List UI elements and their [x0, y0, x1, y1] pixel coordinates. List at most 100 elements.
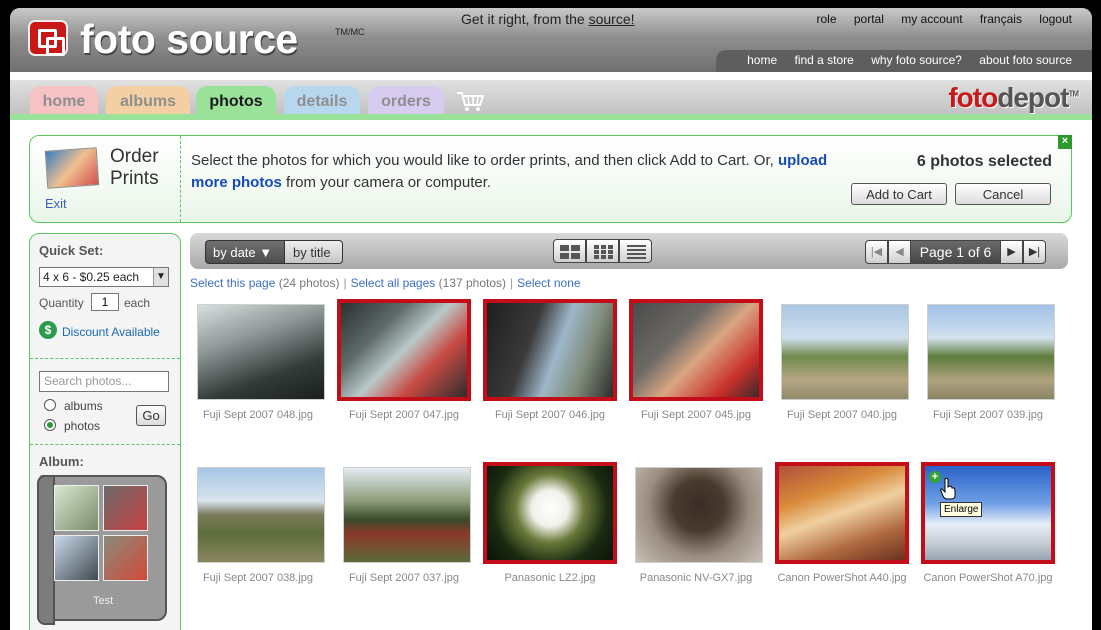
large-grid-icon[interactable]	[553, 239, 586, 263]
photo-thumbnail[interactable]	[197, 467, 325, 563]
radio-photos-label: photos	[64, 419, 101, 433]
quick-set-value: 4 x 6 - $0.25 each	[43, 270, 140, 284]
photo-filename: Canon PowerShot A70.jpg	[923, 572, 1053, 584]
photo-filename: Fuji Sept 2007 048.jpg	[202, 409, 314, 421]
selected-count: 6 photos selected	[916, 153, 1052, 170]
photo-thumbnail[interactable]	[635, 467, 763, 563]
subnav-about[interactable]: about foto source	[979, 53, 1072, 67]
quantity-label: Quantity	[39, 296, 84, 310]
photo-item[interactable]: Fuji Sept 2007 047.jpg	[336, 298, 472, 421]
photo-filename: Canon PowerShot A40.jpg	[777, 572, 907, 584]
brand-name[interactable]: foto source	[80, 16, 298, 63]
photo-item[interactable]: Fuji Sept 2007 039.jpg	[920, 298, 1056, 421]
tab-details[interactable]: details	[284, 86, 360, 120]
nav-francais[interactable]: français	[980, 12, 1022, 26]
tab-orders[interactable]: orders	[368, 86, 444, 120]
dollar-icon: $	[39, 321, 57, 339]
first-page-icon[interactable]: |◀	[865, 240, 888, 264]
fotodepot-tm: TM	[1068, 89, 1079, 99]
photo-thumbnail[interactable]	[197, 304, 325, 400]
hand-cursor-icon	[940, 478, 956, 500]
album-name: Test	[93, 595, 114, 607]
discount-available-link[interactable]: Discount Available	[62, 325, 160, 339]
fotodepot-depot: depot	[997, 82, 1069, 113]
photo-thumbnail[interactable]	[337, 299, 471, 401]
search-input[interactable]: Search photos...	[39, 371, 169, 392]
photo-filename: Panasonic NV-GX7.jpg	[639, 572, 753, 584]
tab-photos[interactable]: photos	[196, 86, 276, 120]
radio-photos[interactable]	[44, 419, 56, 431]
sort-by-title-button[interactable]: by title	[285, 240, 343, 264]
small-grid-icon[interactable]	[619, 239, 652, 263]
select-this-page-link[interactable]: Select this page	[190, 276, 275, 290]
next-page-icon[interactable]: ▶	[1000, 240, 1023, 264]
photo-item[interactable]: Panasonic LZ2.jpg	[482, 461, 618, 584]
photo-filename: Fuji Sept 2007 037.jpg	[348, 572, 460, 584]
quantity-field[interactable]: 1	[91, 293, 119, 311]
go-button[interactable]: Go	[136, 405, 166, 426]
foto-depot-logo[interactable]: fotodepotTM	[948, 82, 1079, 114]
sub-nav: home find a store why foto source? about…	[716, 50, 1092, 72]
order-divider	[180, 136, 181, 222]
tagline-link[interactable]: source!	[589, 11, 635, 27]
nav-my-account[interactable]: my account	[901, 12, 962, 26]
exit-link[interactable]: Exit	[45, 196, 67, 211]
order-prints-image	[44, 147, 100, 189]
cancel-button[interactable]: Cancel	[955, 183, 1051, 205]
nav-portal[interactable]: portal	[854, 12, 884, 26]
tagline: Get it right, from the source!	[461, 11, 635, 27]
quick-set-select[interactable]: 4 x 6 - $0.25 each ▼	[39, 267, 169, 287]
photo-thumbnail[interactable]	[927, 304, 1055, 400]
chevron-down-icon[interactable]: ▼	[153, 268, 168, 286]
photo-filename: Fuji Sept 2007 045.jpg	[640, 409, 752, 421]
subnav-home[interactable]: home	[747, 53, 777, 67]
nav-role[interactable]: role	[816, 12, 836, 26]
photo-thumbnail[interactable]	[483, 299, 617, 401]
tab-home[interactable]: home	[30, 86, 98, 120]
album-book[interactable]: Test	[37, 475, 167, 625]
tab-albums[interactable]: albums	[106, 86, 190, 120]
subnav-why-foto-source[interactable]: why foto source?	[871, 53, 962, 67]
order-message-text: Select the photos for which you would li…	[191, 152, 774, 169]
radio-albums[interactable]	[44, 399, 56, 411]
close-icon[interactable]: ×	[1058, 135, 1072, 149]
trademark: TM/MC	[335, 27, 365, 37]
photo-thumbnail[interactable]	[483, 462, 617, 564]
sidebar: Quick Set: 4 x 6 - $0.25 each ▼ Quantity …	[29, 233, 181, 630]
cart-icon[interactable]	[456, 90, 486, 112]
sidebar-divider	[30, 444, 180, 445]
photo-thumbnail[interactable]	[781, 304, 909, 400]
subnav-find-store[interactable]: find a store	[794, 53, 853, 67]
top-nav: role portal my account français logout	[802, 12, 1072, 26]
all-count: (137 photos)	[438, 276, 507, 290]
last-page-icon[interactable]: ▶|	[1023, 240, 1046, 264]
album-thumb	[54, 535, 99, 581]
photo-thumbnail[interactable]	[775, 462, 909, 564]
select-all-pages-link[interactable]: Select all pages	[351, 276, 436, 290]
each-label: each	[124, 296, 151, 310]
photo-item[interactable]: Fuji Sept 2007 045.jpg	[628, 298, 764, 421]
photo-item[interactable]: Fuji Sept 2007 046.jpg	[482, 298, 618, 421]
photo-item[interactable]: Fuji Sept 2007 040.jpg	[774, 298, 910, 421]
photo-item[interactable]: Fuji Sept 2007 048.jpg	[190, 298, 326, 421]
previous-page-icon[interactable]: ◀	[888, 240, 911, 264]
order-prints-panel: Order Prints Exit Select the photos for …	[29, 135, 1072, 223]
add-to-cart-button[interactable]: Add to Cart	[851, 183, 947, 205]
foto-source-logo-icon[interactable]	[28, 20, 68, 56]
select-none-link[interactable]: Select none	[517, 276, 580, 290]
sidebar-divider	[30, 358, 180, 359]
photo-item[interactable]: Fuji Sept 2007 037.jpg	[336, 461, 472, 584]
fotodepot-foto: foto	[948, 82, 998, 113]
photo-item[interactable]: Fuji Sept 2007 038.jpg	[190, 461, 326, 584]
header: foto source TM/MC Get it right, from the…	[10, 8, 1092, 72]
photo-item[interactable]: Canon PowerShot A40.jpg	[774, 461, 910, 584]
tagline-text: Get it right, from the	[461, 11, 585, 27]
photo-thumbnail[interactable]	[629, 299, 763, 401]
nav-logout[interactable]: logout	[1039, 12, 1072, 26]
photo-item[interactable]: Panasonic NV-GX7.jpg	[628, 461, 764, 584]
photo-thumbnail[interactable]	[343, 467, 471, 563]
photo-filename: Fuji Sept 2007 040.jpg	[786, 409, 898, 421]
tab-bar: home albums photos details orders fotode…	[10, 80, 1092, 120]
sort-by-date-button[interactable]: by date ▼	[205, 240, 285, 264]
medium-grid-icon[interactable]	[586, 239, 619, 263]
